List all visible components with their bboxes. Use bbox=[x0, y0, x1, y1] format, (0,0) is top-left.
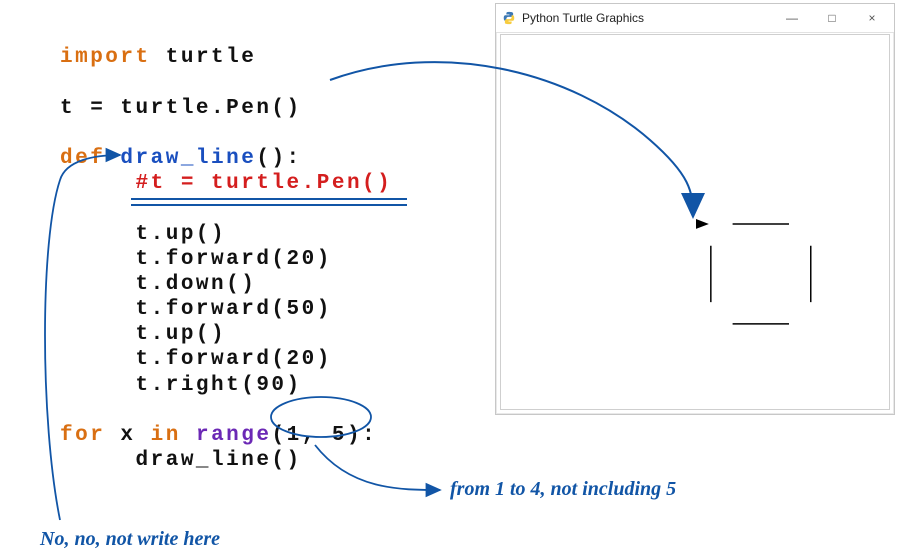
loop-colon: : bbox=[362, 424, 377, 447]
body-5: t.forward(20) bbox=[136, 348, 332, 371]
code-block: import turtle t = turtle.Pen() def draw_… bbox=[60, 20, 392, 473]
call-draw-line: draw_line() bbox=[136, 449, 302, 472]
turtle-canvas bbox=[500, 34, 890, 410]
kw-def: def bbox=[60, 147, 105, 170]
comment-text: #t = turtle.Pen() bbox=[136, 172, 393, 195]
body-0: t.up() bbox=[136, 223, 227, 246]
func-parens: (): bbox=[256, 147, 301, 170]
turtle-window: Python Turtle Graphics — □ × bbox=[495, 3, 895, 415]
line-assign: t = turtle.Pen() bbox=[60, 97, 302, 120]
window-titlebar[interactable]: Python Turtle Graphics — □ × bbox=[496, 4, 894, 33]
body-6: t.right(90) bbox=[136, 374, 302, 397]
func-name: draw_line bbox=[120, 147, 256, 170]
kw-import: import bbox=[60, 46, 151, 69]
body-1: t.forward(20) bbox=[136, 248, 332, 271]
turtle-cursor-icon bbox=[696, 219, 709, 229]
window-close-button[interactable]: × bbox=[852, 6, 892, 30]
body-3: t.forward(50) bbox=[136, 298, 332, 321]
builtin-range: range bbox=[196, 424, 272, 447]
window-title: Python Turtle Graphics bbox=[522, 11, 644, 25]
range-annotation-text: from 1 to 4, not including 5 bbox=[450, 478, 676, 501]
window-minimize-button[interactable]: — bbox=[772, 6, 812, 30]
window-maximize-button[interactable]: □ bbox=[812, 6, 852, 30]
module-turtle: turtle bbox=[166, 46, 257, 69]
commented-out-line: #t = turtle.Pen() bbox=[136, 171, 393, 196]
loop-var: x bbox=[120, 424, 135, 447]
python-icon bbox=[502, 11, 516, 25]
kw-in: in bbox=[151, 424, 181, 447]
comment-annotation-text: No, no, not write here bbox=[40, 528, 220, 551]
body-4: t.up() bbox=[136, 323, 227, 346]
range-args: (1, 5) bbox=[271, 424, 362, 447]
kw-for: for bbox=[60, 424, 105, 447]
body-2: t.down() bbox=[136, 273, 257, 296]
